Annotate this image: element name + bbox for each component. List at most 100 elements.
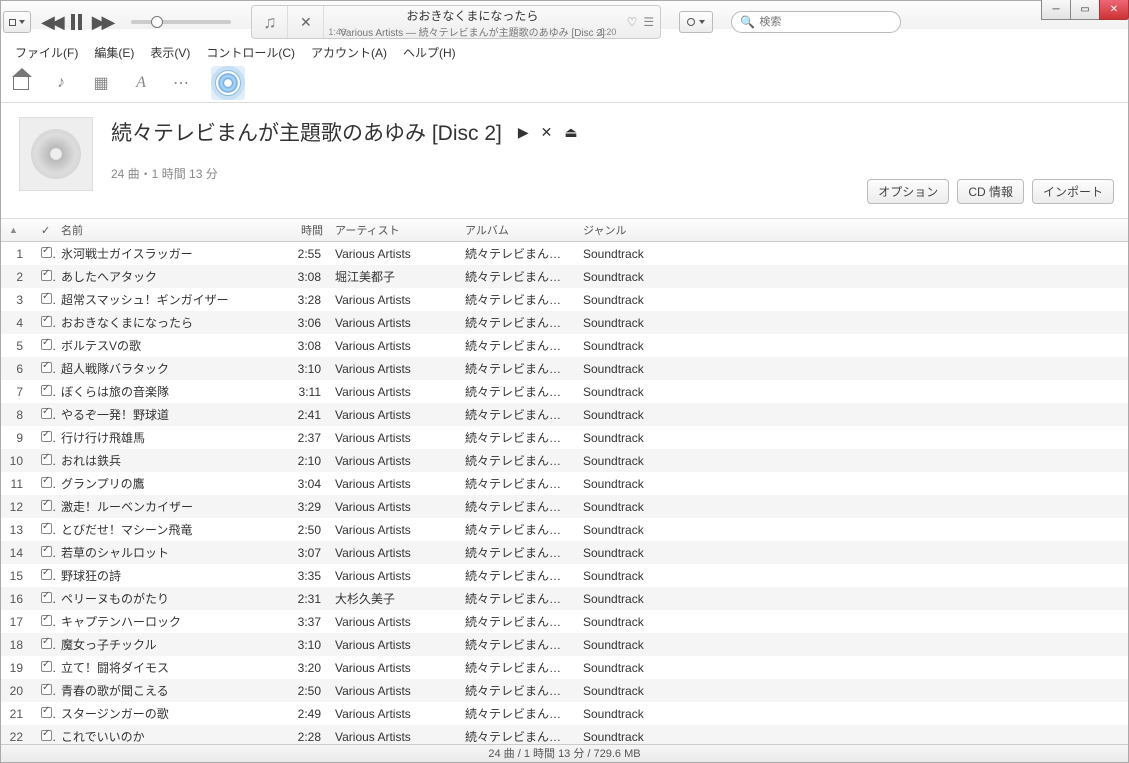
track-checkbox[interactable] — [35, 403, 55, 426]
track-checkbox[interactable] — [35, 610, 55, 633]
eject-button[interactable]: ⏏ — [564, 124, 577, 141]
track-index: 9 — [1, 426, 35, 449]
track-name: 魔女っ子チックル — [55, 633, 285, 656]
track-row[interactable]: 14若草のシャルロット3:07Various Artists続々テレビまんが主…… — [1, 541, 1128, 564]
track-checkbox[interactable] — [35, 334, 55, 357]
track-row[interactable]: 2あしたへアタック3:08堀江美都子続々テレビまんが主…Soundtrack — [1, 265, 1128, 288]
track-row[interactable]: 15野球狂の詩3:35Various Artists続々テレビまんが主…Soun… — [1, 564, 1128, 587]
track-row[interactable]: 21スタージンガーの歌2:49Various Artists続々テレビまんが主…… — [1, 702, 1128, 725]
track-row[interactable]: 6超人戦隊バラタック3:10Various Artists続々テレビまんが主…S… — [1, 357, 1128, 380]
menu-help[interactable]: ヘルプ(H) — [397, 42, 462, 63]
track-checkbox[interactable] — [35, 587, 55, 610]
track-checkbox[interactable] — [35, 265, 55, 288]
store-tab[interactable]: A — [131, 74, 151, 92]
col-checked[interactable]: ✓ — [35, 219, 55, 242]
track-row[interactable]: 9行け行け飛雄馬2:37Various Artists続々テレビまんが主…Sou… — [1, 426, 1128, 449]
play-album-button[interactable]: ▶ — [518, 124, 529, 141]
track-checkbox[interactable] — [35, 357, 55, 380]
col-album[interactable]: アルバム — [459, 219, 577, 242]
track-time: 2:49 — [285, 702, 329, 725]
import-button[interactable]: インポート — [1032, 179, 1114, 204]
track-row[interactable]: 19立て！闘将ダイモス3:20Various Artists続々テレビまんが主…… — [1, 656, 1128, 679]
track-checkbox[interactable] — [35, 426, 55, 449]
up-next-icon[interactable]: ☰ — [643, 15, 654, 29]
shuffle-album-button[interactable]: ✕ — [541, 124, 553, 141]
track-row[interactable]: 8やるぞ一発！野球道2:41Various Artists続々テレビまんが主…S… — [1, 403, 1128, 426]
track-row[interactable]: 10おれは鉄兵2:10Various Artists続々テレビまんが主…Soun… — [1, 449, 1128, 472]
track-checkbox[interactable] — [35, 702, 55, 725]
pause-button[interactable] — [71, 14, 82, 30]
menu-view[interactable]: 表示(V) — [144, 42, 196, 63]
menu-account[interactable]: アカウント(A) — [305, 42, 393, 63]
menu-control[interactable]: コントロール(C) — [200, 42, 301, 63]
track-checkbox[interactable] — [35, 449, 55, 472]
next-button[interactable] — [92, 13, 112, 31]
track-row[interactable]: 18魔女っ子チックル3:10Various Artists続々テレビまんが主…S… — [1, 633, 1128, 656]
track-checkbox[interactable] — [35, 288, 55, 311]
track-checkbox[interactable] — [35, 564, 55, 587]
track-checkbox[interactable] — [35, 518, 55, 541]
track-checkbox[interactable] — [35, 656, 55, 679]
track-row[interactable]: 20青春の歌が聞こえる2:50Various Artists続々テレビまんが主…… — [1, 679, 1128, 702]
cd-tab[interactable] — [211, 66, 245, 100]
shuffle-icon[interactable]: ✕ — [288, 6, 324, 38]
previous-button[interactable] — [41, 13, 61, 31]
track-index: 8 — [1, 403, 35, 426]
menu-file[interactable]: ファイル(F) — [9, 42, 84, 63]
love-icon[interactable]: ♡ — [627, 15, 638, 29]
track-row[interactable]: 11グランプリの鷹3:04Various Artists続々テレビまんが主…So… — [1, 472, 1128, 495]
track-row[interactable]: 4おおきなくまになったら3:06Various Artists続々テレビまんが主… — [1, 311, 1128, 334]
track-album: 続々テレビまんが主… — [459, 265, 577, 288]
col-index[interactable]: ▲ — [1, 219, 35, 242]
track-genre: Soundtrack — [577, 403, 697, 426]
track-row[interactable]: 16ペリーヌものがたり2:31大杉久美子続々テレビまんが主…Soundtrack — [1, 587, 1128, 610]
search-input[interactable] — [759, 16, 892, 28]
col-spacer — [697, 219, 1128, 242]
home-tab[interactable] — [11, 76, 31, 90]
more-tab[interactable]: ⋯ — [171, 73, 191, 93]
track-checkbox[interactable] — [35, 380, 55, 403]
account-button[interactable] — [679, 11, 713, 33]
track-checkbox[interactable] — [35, 541, 55, 564]
track-checkbox[interactable] — [35, 311, 55, 334]
cd-info-button[interactable]: CD 情報 — [957, 179, 1024, 204]
now-playing-info[interactable]: おおきなくまになったら Various Artists — 続々テレビまんが主題… — [324, 6, 620, 38]
track-index: 2 — [1, 265, 35, 288]
track-row[interactable]: 3超常スマッシュ！ギンガイザー3:28Various Artists続々テレビま… — [1, 288, 1128, 311]
col-name[interactable]: 名前 — [55, 219, 285, 242]
track-name: 激走！ルーベンカイザー — [55, 495, 285, 518]
options-button[interactable]: オプション — [867, 179, 949, 204]
track-row[interactable]: 5ボルテスVの歌3:08Various Artists続々テレビまんが主…Sou… — [1, 334, 1128, 357]
track-artist: Various Artists — [329, 495, 459, 518]
album-artwork[interactable] — [19, 117, 93, 191]
track-row[interactable]: 22これでいいのか2:28Various Artists続々テレビまんが主…So… — [1, 725, 1128, 744]
track-checkbox[interactable] — [35, 472, 55, 495]
track-row[interactable]: 13とびだせ！マシーン飛竜2:50Various Artists続々テレビまんが… — [1, 518, 1128, 541]
col-artist[interactable]: アーティスト — [329, 219, 459, 242]
now-playing-title: おおきなくまになったら — [324, 7, 620, 24]
track-row[interactable]: 1氷河戦士ガイスラッガー2:55Various Artists続々テレビまんが主… — [1, 242, 1128, 266]
track-artist: Various Artists — [329, 518, 459, 541]
track-checkbox[interactable] — [35, 242, 55, 266]
track-row[interactable]: 12激走！ルーベンカイザー3:29Various Artists続々テレビまんが… — [1, 495, 1128, 518]
search-field[interactable]: 🔍 — [731, 11, 901, 33]
miniplayer-toggle[interactable] — [3, 11, 31, 33]
track-genre: Soundtrack — [577, 334, 697, 357]
track-artist: Various Artists — [329, 334, 459, 357]
track-checkbox[interactable] — [35, 495, 55, 518]
track-artist: 堀江美都子 — [329, 265, 459, 288]
menu-bar: ファイル(F) 編集(E) 表示(V) コントロール(C) アカウント(A) ヘ… — [1, 41, 1128, 63]
track-time: 3:10 — [285, 357, 329, 380]
track-checkbox[interactable] — [35, 725, 55, 744]
menu-edit[interactable]: 編集(E) — [88, 42, 140, 63]
volume-slider[interactable] — [131, 20, 231, 24]
track-row[interactable]: 17キャプテンハーロック3:37Various Artists続々テレビまんが主… — [1, 610, 1128, 633]
movies-tab[interactable]: ▦ — [91, 73, 111, 93]
col-time[interactable]: 時間 — [285, 219, 329, 242]
track-table[interactable]: ▲ ✓ 名前 時間 アーティスト アルバム ジャンル 1氷河戦士ガイスラッガー2… — [1, 219, 1128, 744]
track-checkbox[interactable] — [35, 679, 55, 702]
track-checkbox[interactable] — [35, 633, 55, 656]
col-genre[interactable]: ジャンル — [577, 219, 697, 242]
track-row[interactable]: 7ぼくらは旅の音楽隊3:11Various Artists続々テレビまんが主…S… — [1, 380, 1128, 403]
music-tab[interactable]: ♪ — [51, 74, 71, 92]
